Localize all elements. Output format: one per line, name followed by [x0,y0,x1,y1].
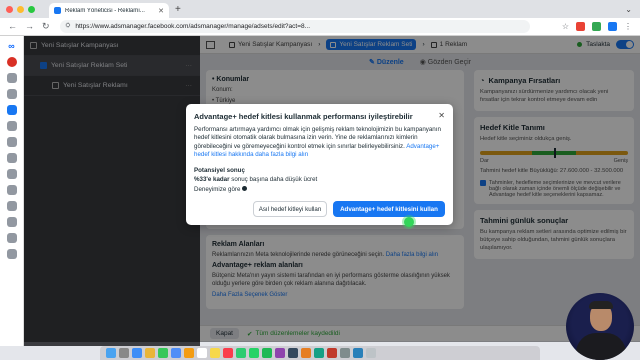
potential-result-text: sonuç başına daha düşük ücret [231,176,318,184]
app-icon[interactable] [353,348,363,358]
back-arrow-icon[interactable]: ← [8,21,17,32]
window-controls [6,5,35,13]
new-tab-icon[interactable]: + [175,4,181,15]
extension-icon[interactable] [592,22,601,31]
reports-icon[interactable] [6,185,17,195]
home-icon[interactable] [6,73,17,83]
calendar-icon[interactable] [197,348,207,358]
extension-icon[interactable] [608,22,617,31]
dialog-body-text: Performansı artırmaya yardımcı olmak içi… [194,126,441,150]
use-original-audience-button[interactable]: Asıl hedef kitleyi kullan [253,201,327,217]
macos-dock [100,346,540,360]
photos-icon[interactable] [184,348,194,358]
profile-icon[interactable] [6,57,17,67]
minimize-window-button[interactable] [17,5,24,13]
close-window-button[interactable] [6,5,13,13]
browser-tab[interactable]: Reklam Yöneticisi - Reklamı... ✕ [49,3,169,18]
maximize-window-button[interactable] [28,5,35,13]
forward-arrow-icon[interactable]: → [25,21,34,32]
messages-icon[interactable] [158,348,168,358]
launchpad-icon[interactable] [119,348,129,358]
meta-favicon-icon [54,7,61,14]
bookmark-star-icon[interactable]: ☆ [562,22,569,31]
url-bar[interactable]: ⛭ https://www.adsmanager.facebook.com/ad… [59,20,530,33]
potential-result-note: Deneyimize göre [194,185,241,193]
advantage-audience-dialog: Advantage+ hedef kitlesi kullanmak perfo… [186,104,453,225]
close-tab-icon[interactable]: ✕ [158,7,164,15]
site-info-icon[interactable]: ⛭ [66,23,71,30]
menu-kebab-icon[interactable]: ⋮ [624,22,632,31]
settings-app-icon[interactable] [340,348,350,358]
whatsapp-icon[interactable] [249,348,259,358]
app-icon[interactable] [314,348,324,358]
info-icon[interactable] [242,186,248,192]
settings-icon[interactable] [6,201,17,211]
mail-icon[interactable] [171,348,181,358]
chrome-icon[interactable] [145,348,155,358]
events-icon[interactable] [6,169,17,179]
potential-result-title: Potansiyel sonuç [194,167,245,174]
app-icon[interactable] [301,348,311,358]
finder-icon[interactable] [106,348,116,358]
potential-result-value: %33'e kadar [194,176,230,184]
tab-title: Reklam Yöneticisi - Reklamı... [65,7,145,14]
overview-icon[interactable] [6,89,17,99]
billing-icon[interactable] [6,153,17,163]
tab-list-chevron-icon[interactable]: ⌄ [625,5,632,14]
browser-tabbar: Reklam Yöneticisi - Reklamı... ✕ + ⌄ [0,0,640,18]
close-icon[interactable]: ✕ [438,111,445,120]
extension-icon[interactable] [576,22,585,31]
app-icon[interactable] [327,348,337,358]
music-icon[interactable] [223,348,233,358]
url-text: https://www.adsmanager.facebook.com/adsm… [75,23,311,30]
help-icon[interactable] [6,249,17,259]
app-icon[interactable] [275,348,285,358]
facetime-icon[interactable] [236,348,246,358]
campaigns-icon[interactable] [6,105,17,115]
safari-icon[interactable] [132,348,142,358]
use-advantage-audience-button[interactable]: Advantage+ hedef kitlesini kullan [333,201,445,217]
notifications-icon[interactable] [6,217,17,227]
dialog-title: Advantage+ hedef kitlesi kullanmak perfo… [194,112,413,121]
meta-logo-icon[interactable]: ∞ [8,41,14,51]
presenter-webcam [566,293,634,360]
spotify-icon[interactable] [262,348,272,358]
cursor-highlight [404,217,414,227]
search-icon[interactable] [6,233,17,243]
app-icon[interactable] [288,348,298,358]
audiences-icon[interactable] [6,121,17,131]
trash-icon[interactable] [366,348,376,358]
reload-icon[interactable]: ↻ [42,21,50,32]
notes-icon[interactable] [210,348,220,358]
ads-manager-icon-rail: ∞ [0,36,24,346]
catalog-icon[interactable] [6,137,17,147]
address-toolbar: ← → ↻ ⛭ https://www.adsmanager.facebook.… [0,18,640,36]
potential-result: Potansiyel sonuç %33'e kadar sonuç başın… [194,166,317,194]
